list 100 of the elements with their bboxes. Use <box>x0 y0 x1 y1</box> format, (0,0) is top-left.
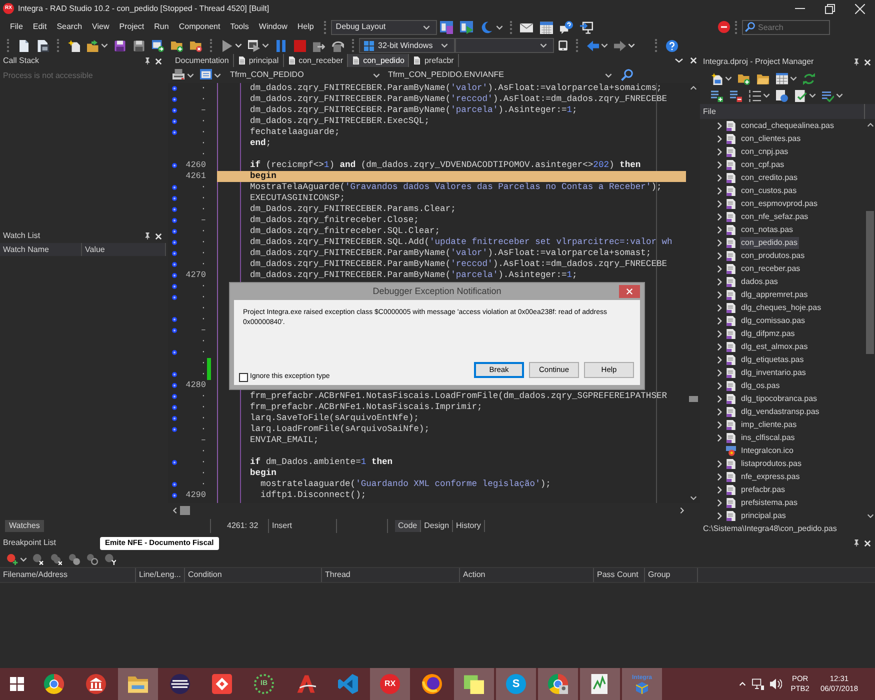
tree-item[interactable]: prefsistema.pas <box>740 496 798 508</box>
class-selector[interactable]: Tfrm_CON_PEDIDO <box>227 68 385 82</box>
chevron-right-icon[interactable] <box>717 368 722 376</box>
chevron-right-icon[interactable] <box>717 330 722 338</box>
page-icon[interactable] <box>18 40 30 52</box>
close-icon[interactable] <box>690 57 696 64</box>
help-icon[interactable] <box>666 40 678 52</box>
left-arrow-icon[interactable] <box>586 40 598 52</box>
restore-icon[interactable] <box>825 4 835 14</box>
caret-icon[interactable] <box>101 43 108 48</box>
caret-icon[interactable] <box>836 93 843 98</box>
volume-icon[interactable] <box>770 678 782 690</box>
chevron-right-icon[interactable] <box>717 356 722 364</box>
chevron-right-icon[interactable] <box>717 420 722 428</box>
close-button[interactable] <box>619 285 640 298</box>
panel-tab[interactable]: Watches <box>5 520 44 532</box>
tree-item[interactable]: con_credito.pas <box>740 172 798 184</box>
tree-item[interactable]: prefacbr.pas <box>740 484 786 496</box>
caret-icon[interactable] <box>20 556 27 562</box>
tree-item[interactable]: nfe_express.pas <box>740 470 801 482</box>
chevron-right-icon[interactable] <box>717 460 722 468</box>
pin-icon[interactable] <box>853 58 860 66</box>
caret-icon[interactable] <box>214 72 221 78</box>
close-icon[interactable] <box>155 232 162 240</box>
menu-item[interactable]: Search <box>52 22 88 32</box>
chevron-left-icon[interactable] <box>173 506 177 514</box>
search-field[interactable]: Search <box>742 20 830 34</box>
close-icon[interactable] <box>864 540 871 546</box>
caret-icon[interactable] <box>809 93 816 98</box>
chevron-right-icon[interactable] <box>717 342 722 350</box>
pin-icon[interactable] <box>144 232 151 240</box>
column-header[interactable]: Condition <box>185 568 322 582</box>
form-icon[interactable] <box>36 40 48 52</box>
checkbox[interactable] <box>239 373 248 382</box>
platform-dropdown[interactable]: 32-bit Windows <box>359 38 455 53</box>
pin-icon[interactable] <box>144 57 151 65</box>
chevron-right-icon[interactable] <box>717 148 722 156</box>
tree-item[interactable]: dlg_comissao.pas <box>740 314 806 326</box>
caret-icon[interactable] <box>763 93 770 98</box>
form-list-icon[interactable] <box>200 69 212 81</box>
chevron-right-icon[interactable] <box>717 122 722 130</box>
grid-window-icon[interactable] <box>776 72 788 84</box>
chevron-right-icon[interactable] <box>717 394 722 402</box>
circle-badge-icon[interactable] <box>718 21 730 33</box>
view-tab[interactable]: Code <box>395 520 422 532</box>
editor-tab[interactable]: Documentation <box>171 54 234 67</box>
close-icon[interactable] <box>855 4 865 14</box>
tree-item[interactable]: con_cpf.pas <box>740 158 786 170</box>
monitor-arrow-icon[interactable] <box>580 20 594 34</box>
column-header[interactable]: Filename/Address <box>0 568 136 582</box>
menu-item[interactable]: Component <box>174 22 226 32</box>
chevron-right-icon[interactable] <box>717 226 722 234</box>
tree-item[interactable]: dlg_etiquetas.pas <box>740 354 805 366</box>
tree-item[interactable]: con_cnpj.pas <box>740 146 790 158</box>
column-header[interactable]: Line/Leng... <box>136 568 185 582</box>
tree-item[interactable]: con_produtos.pas <box>740 250 806 262</box>
scrollbar-thumb[interactable] <box>688 396 698 402</box>
numbered-list-icon[interactable] <box>748 90 760 102</box>
chevron-right-icon[interactable] <box>717 134 722 142</box>
chevron-right-icon[interactable] <box>717 212 722 220</box>
device-icon[interactable] <box>558 39 568 52</box>
tree-item[interactable]: con_receber.pas <box>740 262 802 274</box>
tree-item[interactable]: con_notas.pas <box>740 224 794 236</box>
tree-item[interactable]: dlg_tipocobranca.pas <box>740 392 818 404</box>
close-icon[interactable] <box>864 58 871 66</box>
tree-item[interactable]: IntegraIcon.ico <box>740 444 794 456</box>
folder-icon[interactable] <box>756 72 768 84</box>
tree-item[interactable]: con_clientes.pas <box>740 132 802 144</box>
view-tab[interactable]: History <box>453 520 485 532</box>
column-header[interactable]: Group <box>645 568 698 582</box>
caret-icon[interactable] <box>790 76 797 81</box>
moon-icon[interactable] <box>480 20 494 34</box>
chevron-right-icon[interactable] <box>717 434 722 442</box>
column-header[interactable]: Thread <box>322 568 460 582</box>
caret-icon[interactable] <box>496 24 503 30</box>
chevron-down-icon[interactable] <box>866 514 874 518</box>
chevron-right-icon[interactable] <box>717 278 722 286</box>
method-selector[interactable]: Tfrm_CON_PEDIDO.ENVIANFE <box>385 68 617 82</box>
chevron-right-icon[interactable] <box>717 252 722 260</box>
tree-item[interactable]: dados.pas <box>740 276 779 288</box>
column-header[interactable]: Value <box>82 243 166 256</box>
tree-item[interactable]: dlg_vendastransp.pas <box>740 406 820 418</box>
column-header[interactable]: Pass Count <box>594 568 645 582</box>
editor-tab[interactable]: principal <box>234 54 284 67</box>
editor-tab[interactable]: prefacbr <box>409 54 459 67</box>
chevron-right-icon[interactable] <box>717 472 722 480</box>
chevron-right-icon[interactable] <box>717 290 722 298</box>
sparkle-page-icon[interactable] <box>68 40 80 52</box>
window-icon[interactable] <box>440 20 454 34</box>
chevron-right-icon[interactable] <box>717 498 722 506</box>
chevron-right-icon[interactable] <box>717 174 722 182</box>
menu-item[interactable]: Project <box>114 22 150 32</box>
stop-icon[interactable] <box>294 40 306 52</box>
chevron-right-icon[interactable] <box>717 316 722 324</box>
view-tab[interactable]: Design <box>421 520 454 532</box>
tree-item[interactable]: dlg_difpmz.pas <box>740 328 796 340</box>
window-icon[interactable] <box>460 20 474 34</box>
menu-item[interactable]: Edit <box>28 22 52 32</box>
editor-tab[interactable]: con_pedido <box>348 54 410 67</box>
folder-arrow-icon[interactable] <box>86 40 98 52</box>
